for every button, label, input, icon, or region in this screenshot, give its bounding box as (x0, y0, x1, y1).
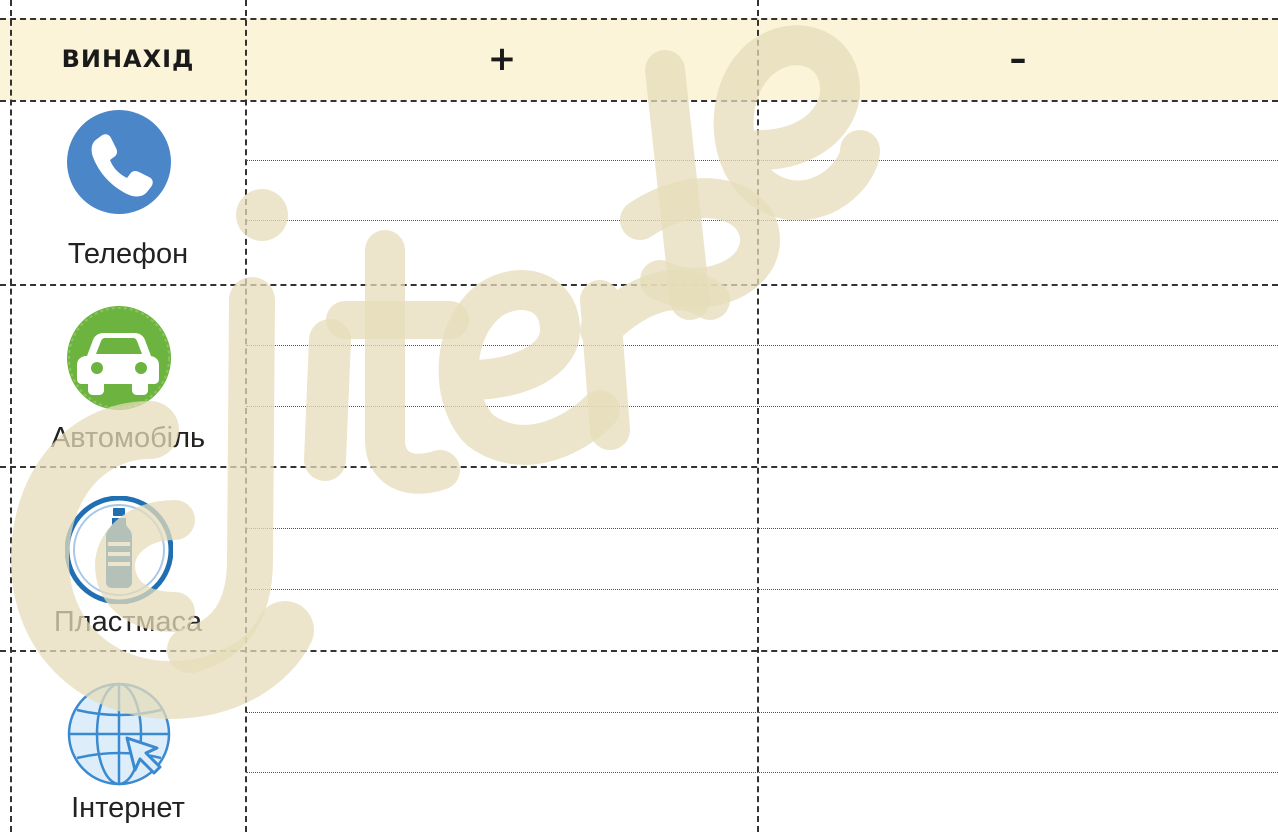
globe-cursor-icon (67, 682, 171, 786)
item-label: Пластмаса (53, 606, 203, 638)
writing-line[interactable] (246, 406, 1278, 407)
header-invention: ВИНАХІД (61, 45, 195, 73)
writing-line[interactable] (246, 528, 1278, 529)
item-label: Автомобіль (50, 422, 206, 454)
divider-col-1 (245, 0, 247, 832)
writing-line[interactable] (246, 345, 1278, 346)
writing-line[interactable] (246, 220, 1278, 221)
row-phone: Телефон (12, 100, 244, 284)
inventions-table: ВИНАХІД + – Телефон Автомобіль Пластмаса… (0, 0, 1278, 832)
header-plus: + (487, 39, 517, 79)
header-minus: – (1009, 39, 1027, 79)
row-internet: Інтернет (12, 650, 244, 832)
divider-col-2 (757, 0, 759, 832)
item-label: Телефон (67, 238, 189, 270)
row-car: Автомобіль (12, 284, 244, 466)
bottle-icon (65, 496, 173, 604)
writing-line[interactable] (246, 160, 1278, 161)
writing-line[interactable] (246, 772, 1278, 773)
writing-line[interactable] (246, 712, 1278, 713)
writing-line[interactable] (246, 589, 1278, 590)
phone-icon (67, 110, 171, 214)
divider-top (0, 18, 1278, 20)
item-label: Інтернет (71, 792, 185, 824)
car-icon (67, 306, 171, 410)
row-plastic: Пластмаса (12, 466, 244, 650)
